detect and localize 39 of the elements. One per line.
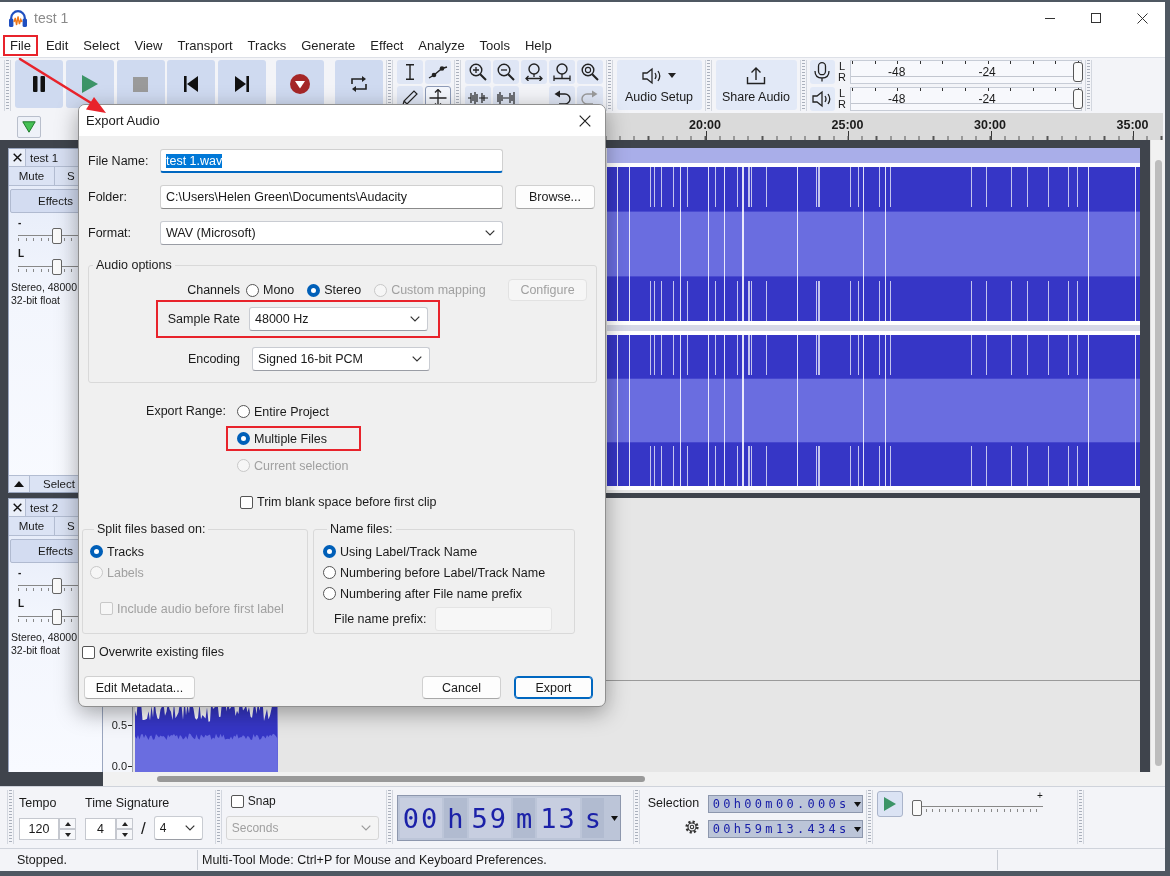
channel-label: R	[838, 99, 846, 110]
channel-label: L	[838, 61, 846, 72]
group-title: Split files based on:	[96, 521, 207, 537]
field-label: Export Range:	[145, 403, 226, 420]
status-text: Stopped.	[0, 850, 198, 870]
group-title: Audio options	[95, 257, 173, 273]
slider-label: L	[18, 249, 25, 259]
slider-label: L	[18, 599, 25, 609]
slider-label: -	[18, 218, 22, 228]
time-label: 35:00	[1115, 118, 1150, 132]
track-info-text: Stereo, 48000	[11, 631, 77, 644]
track-info-text: 32-bit float	[11, 644, 61, 657]
meter-scale-label: -48	[888, 65, 906, 79]
slider-max-label: +	[1036, 791, 1043, 800]
group-title: Name files:	[329, 521, 394, 537]
meter-scale-label: -24	[978, 92, 996, 106]
track-info-text: Stereo, 48000	[11, 281, 77, 294]
time-label: 25:00	[830, 118, 865, 132]
channel-label: L	[838, 88, 846, 99]
meter-scale-label: -24	[978, 65, 996, 79]
field-label: Time Signature	[85, 795, 171, 811]
status-message: Multi-Tool Mode: Ctrl+P for Mouse and Keyboard Preferences.	[198, 850, 998, 870]
field-label: Channels	[186, 283, 240, 297]
amplitude-label: 0.0	[111, 760, 127, 772]
field-label: Encoding	[186, 352, 240, 366]
track-info-text: 32-bit float	[11, 294, 61, 307]
amplitude-label: 0.5	[111, 719, 127, 732]
field-label: Format:	[88, 226, 133, 240]
time-label: 30:00	[973, 118, 1007, 132]
field-label: Sample Rate	[166, 312, 240, 326]
field-label: Tempo	[19, 795, 58, 811]
slider-label: -	[18, 568, 22, 578]
time-label: 20:00	[688, 118, 722, 132]
meter-scale-label: -48	[888, 92, 906, 106]
field-label: Selection	[647, 795, 700, 811]
field-label: File name prefix:	[334, 612, 428, 626]
window-title: test 1	[34, 10, 69, 26]
separator-text: /	[141, 818, 146, 840]
channel-label: R	[838, 72, 846, 83]
